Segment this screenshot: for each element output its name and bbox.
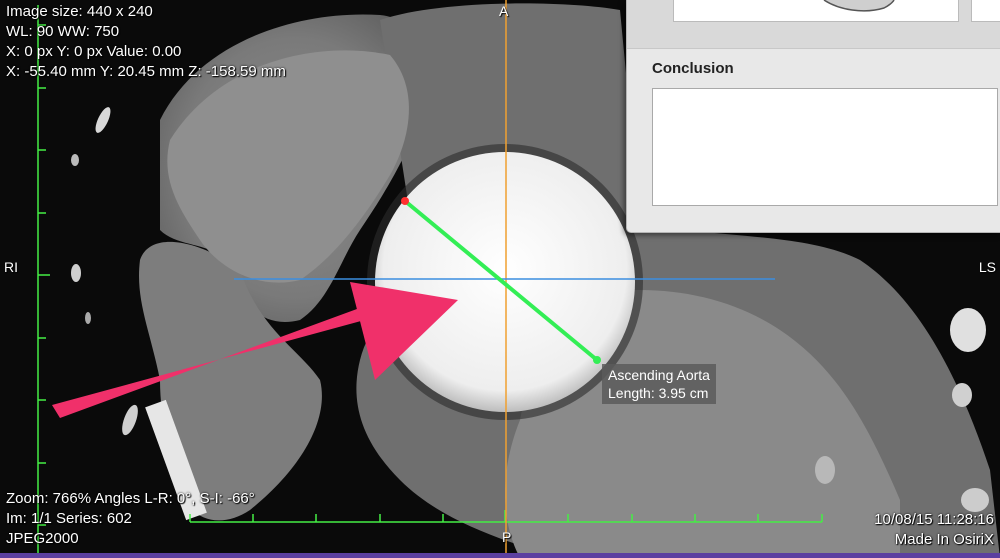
diagram-sketch-icon (823, 0, 895, 12)
diagram-thumbnail[interactable] (673, 0, 959, 22)
info-made-in: Made In OsiriX (894, 531, 994, 548)
info-image-size: Image size: 440 x 240 (6, 3, 153, 20)
orientation-left: RI (4, 259, 18, 275)
orientation-top: A (499, 3, 509, 19)
diagram-thumbnail-secondary[interactable] (971, 0, 1000, 22)
orientation-bottom: P (502, 529, 512, 545)
report-panel: Conclusion (626, 0, 1000, 233)
measurement-label[interactable]: Ascending Aorta Length: 3.95 cm (602, 364, 716, 404)
info-zoom-angles: Zoom: 766% Angles L-R: 0°, S-I: -66° (6, 490, 255, 507)
report-image-area (627, 0, 1000, 49)
info-image-series: Im: 1/1 Series: 602 (6, 510, 132, 527)
conclusion-label: Conclusion (652, 60, 734, 77)
info-pixel-value: X: 0 px Y: 0 px Value: 0.00 (6, 43, 182, 60)
info-window-level: WL: 90 WW: 750 (6, 23, 120, 40)
conclusion-textarea[interactable] (652, 88, 998, 206)
info-compression: JPEG2000 (6, 530, 79, 547)
window-bottom-edge (0, 553, 1000, 558)
orientation-right: LS (978, 259, 996, 275)
info-coordinates: X: -55.40 mm Y: 20.45 mm Z: -158.59 mm (6, 63, 286, 80)
measurement-length: Length: 3.95 cm (608, 385, 709, 401)
info-datetime: 10/08/15 11:28:16 (874, 511, 994, 528)
measurement-name: Ascending Aorta (608, 367, 710, 383)
